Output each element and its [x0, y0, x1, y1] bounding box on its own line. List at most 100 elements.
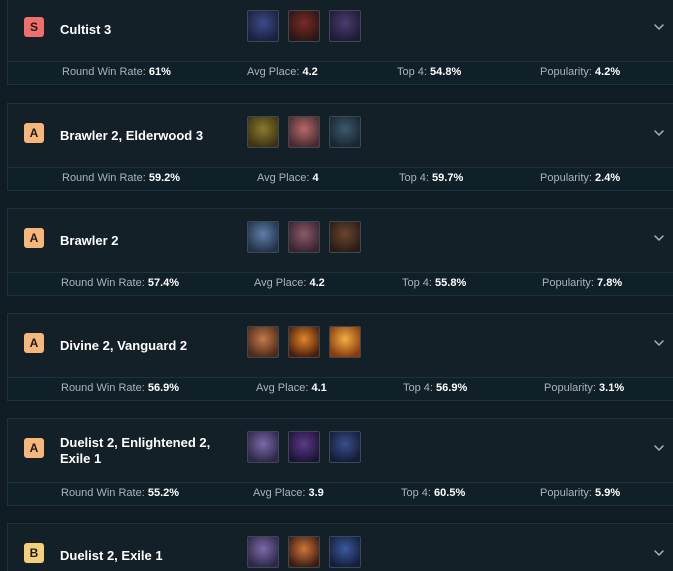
- comp-title: Divine 2, Vanguard 2: [60, 337, 188, 353]
- stat-label: Avg Place:: [247, 66, 300, 78]
- chevron-down-icon[interactable]: [653, 441, 665, 453]
- stat-top4: Top 4: 59.7%: [399, 172, 463, 184]
- champion-portraits: [247, 431, 361, 463]
- champion-portrait[interactable]: [329, 536, 361, 568]
- stats-row: Round Win Rate: 56.9% Avg Place: 4.1 Top 4…: [8, 377, 673, 400]
- champion-portrait[interactable]: [329, 431, 361, 463]
- chevron-down-icon[interactable]: [653, 126, 665, 138]
- stat-pop: Popularity: 4.2%: [540, 66, 620, 78]
- champion-portrait[interactable]: [247, 431, 279, 463]
- champion-portraits: [247, 536, 361, 568]
- champion-portrait[interactable]: [288, 10, 320, 42]
- champion-portrait[interactable]: [247, 536, 279, 568]
- chevron-down-icon[interactable]: [653, 231, 665, 243]
- champion-portraits: [247, 116, 361, 148]
- stat-win: Round Win Rate: 55.2%: [61, 487, 179, 499]
- comp-title: Duelist 2, Exile 1: [60, 547, 163, 563]
- stats-row: Round Win Rate: 57.4% Avg Place: 4.2 Top 4…: [8, 272, 673, 295]
- stat-value: 56.9%: [436, 382, 468, 394]
- stat-value: 3.9: [308, 487, 324, 499]
- stat-win: Round Win Rate: 59.2%: [62, 172, 180, 184]
- stat-top4: Top 4: 54.8%: [397, 66, 461, 78]
- stat-value: 59.2%: [148, 172, 181, 184]
- stat-label: Top 4:: [403, 382, 433, 394]
- comp-card[interactable]: A Brawler 2 Round Win Rate: 57.4% Avg Place…: [7, 208, 673, 296]
- stat-pop: Popularity: 2.4%: [540, 172, 620, 184]
- champion-portrait[interactable]: [288, 116, 320, 148]
- stat-avg: Avg Place: 4.2: [254, 277, 325, 289]
- stat-value: 57.4%: [147, 277, 180, 289]
- chevron-down-icon[interactable]: [653, 336, 665, 348]
- stat-avg: Avg Place: 4.2: [247, 66, 318, 78]
- stat-value: 56.9%: [147, 382, 180, 394]
- stat-value: 4: [312, 172, 319, 184]
- stat-pop: Popularity: 5.9%: [540, 487, 620, 499]
- stat-label: Round Win Rate:: [62, 172, 146, 184]
- stat-label: Top 4:: [399, 172, 429, 184]
- comp-title: Brawler 2, Elderwood 3: [60, 127, 204, 143]
- tier-badge: S: [24, 17, 44, 37]
- stat-value: 3.1%: [599, 382, 625, 394]
- champion-portrait[interactable]: [288, 431, 320, 463]
- chevron-down-icon[interactable]: [653, 546, 665, 558]
- comp-title: Cultist 3: [60, 21, 112, 37]
- comp-card[interactable]: A Brawler 2, Elderwood 3 Round Win Rate: 5…: [7, 103, 673, 191]
- stat-value: 54.8%: [430, 66, 462, 78]
- champion-portrait[interactable]: [247, 221, 279, 253]
- comp-header[interactable]: A Divine 2, Vanguard 2: [8, 314, 673, 377]
- stat-label: Top 4:: [402, 277, 432, 289]
- tier-badge: A: [24, 123, 44, 143]
- champion-portrait[interactable]: [329, 116, 361, 148]
- champion-portraits: [247, 10, 361, 42]
- stat-avg: Avg Place: 4.1: [256, 382, 327, 394]
- comp-header[interactable]: A Brawler 2, Elderwood 3: [8, 104, 673, 167]
- stat-label: Round Win Rate:: [61, 277, 145, 289]
- champion-portrait[interactable]: [247, 326, 279, 358]
- champion-portrait[interactable]: [247, 10, 279, 42]
- comp-header[interactable]: A Duelist 2, Enlightened 2, Exile 1: [8, 419, 673, 482]
- champion-portrait[interactable]: [329, 326, 361, 358]
- stat-value: 5.9%: [595, 487, 621, 499]
- comp-title: Brawler 2: [60, 232, 119, 248]
- stat-label: Avg Place:: [254, 277, 307, 289]
- tier-badge: A: [24, 438, 44, 458]
- stat-label: Round Win Rate:: [61, 382, 145, 394]
- comp-title: Duelist 2, Enlightened 2, Exile 1: [60, 434, 211, 466]
- tier-badge: B: [24, 543, 44, 563]
- stat-label: Round Win Rate:: [61, 487, 145, 499]
- stat-value: 55.8%: [435, 277, 467, 289]
- champion-portrait[interactable]: [329, 10, 361, 42]
- champion-portrait[interactable]: [329, 221, 361, 253]
- champion-portrait[interactable]: [247, 116, 279, 148]
- comp-card[interactable]: A Duelist 2, Enlightened 2, Exile 1 Round …: [7, 418, 673, 506]
- stat-value: 60.5%: [434, 487, 466, 499]
- stat-label: Popularity:: [540, 66, 592, 78]
- champion-portrait[interactable]: [288, 326, 320, 358]
- stat-label: Popularity:: [540, 172, 592, 184]
- stat-value: 59.7%: [432, 172, 464, 184]
- champion-portraits: [247, 326, 361, 358]
- comp-list: S Cultist 3 Round Win Rate: 61% Avg Place: …: [0, 0, 673, 571]
- stat-win: Round Win Rate: 56.9%: [61, 382, 179, 394]
- stat-top4: Top 4: 55.8%: [402, 277, 466, 289]
- comp-card[interactable]: B Duelist 2, Exile 1: [7, 523, 673, 571]
- comp-card[interactable]: S Cultist 3 Round Win Rate: 61% Avg Place: …: [7, 0, 673, 85]
- comp-header[interactable]: S Cultist 3: [8, 0, 673, 61]
- stats-row: Round Win Rate: 61% Avg Place: 4.2 Top 4: …: [8, 61, 673, 84]
- stat-value: 4.2: [302, 66, 318, 78]
- tier-badge: A: [24, 228, 44, 248]
- chevron-down-icon[interactable]: [653, 20, 665, 32]
- comp-header[interactable]: A Brawler 2: [8, 209, 673, 272]
- stat-avg: Avg Place: 3.9: [253, 487, 324, 499]
- stat-win: Round Win Rate: 61%: [62, 66, 171, 78]
- stat-label: Round Win Rate:: [62, 66, 146, 78]
- stat-win: Round Win Rate: 57.4%: [61, 277, 179, 289]
- stat-label: Popularity:: [544, 382, 596, 394]
- stat-value: 4.1: [311, 382, 327, 394]
- stat-pop: Popularity: 3.1%: [544, 382, 624, 394]
- champion-portrait[interactable]: [288, 221, 320, 253]
- comp-card[interactable]: A Divine 2, Vanguard 2 Round Win Rate: 56.…: [7, 313, 673, 401]
- comp-header[interactable]: B Duelist 2, Exile 1: [8, 524, 673, 571]
- champion-portrait[interactable]: [288, 536, 320, 568]
- stat-value: 7.8%: [597, 277, 623, 289]
